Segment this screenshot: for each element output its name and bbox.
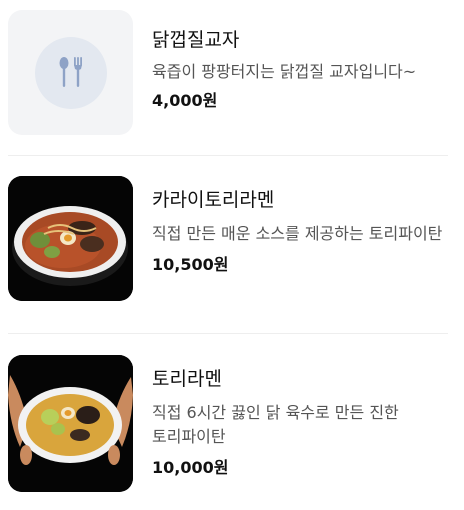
menu-item-description: 직접 6시간 끓인 닭 육수로 만든 진한 토리파이탄 (152, 403, 399, 446)
menu-thumbnail-placeholder (8, 10, 133, 135)
menu-item-name: 카라이토리라멘 (152, 189, 275, 211)
menu-info: 토리라멘 직접 6시간 끓인 닭 육수로 만든 진한 토리파이탄 10,000원 (152, 367, 456, 479)
menu-list: 닭껍질교자 육즙이 팡팡터지는 닭껍질 교자입니다~ 4,000원 카라이토리라… (0, 0, 464, 510)
menu-item-price: 4,000원 (152, 91, 218, 110)
divider (8, 333, 448, 334)
fork-spoon-icon (59, 56, 82, 87)
menu-item-price: 10,500원 (152, 255, 229, 274)
menu-thumbnail-photo (8, 176, 133, 301)
menu-item[interactable]: 토리라멘 직접 6시간 끓인 닭 육수로 만든 진한 토리파이탄 10,000원 (0, 355, 464, 492)
spicy-ramen-photo (8, 176, 133, 301)
divider (8, 155, 448, 156)
menu-item[interactable]: 카라이토리라멘 직접 만든 매운 소스를 제공하는 토리파이탄 10,500원 (0, 176, 464, 306)
menu-item-name: 토리라멘 (152, 368, 222, 390)
menu-item-description: 육즙이 팡팡터지는 닭껍질 교자입니다~ (152, 62, 417, 81)
menu-info: 카라이토리라멘 직접 만든 매운 소스를 제공하는 토리파이탄 10,500원 (152, 188, 456, 276)
menu-item-price: 10,000원 (152, 458, 229, 477)
menu-item-description: 직접 만든 매운 소스를 제공하는 토리파이탄 (152, 224, 443, 243)
placeholder-circle (34, 36, 107, 109)
chicken-ramen-photo (8, 355, 133, 492)
menu-thumbnail-photo (8, 355, 133, 492)
menu-info: 닭껍질교자 육즙이 팡팡터지는 닭껍질 교자입니다~ 4,000원 (152, 28, 456, 112)
menu-item[interactable]: 닭껍질교자 육즙이 팡팡터지는 닭껍질 교자입니다~ 4,000원 (0, 10, 464, 140)
menu-item-name: 닭껍질교자 (152, 29, 240, 51)
